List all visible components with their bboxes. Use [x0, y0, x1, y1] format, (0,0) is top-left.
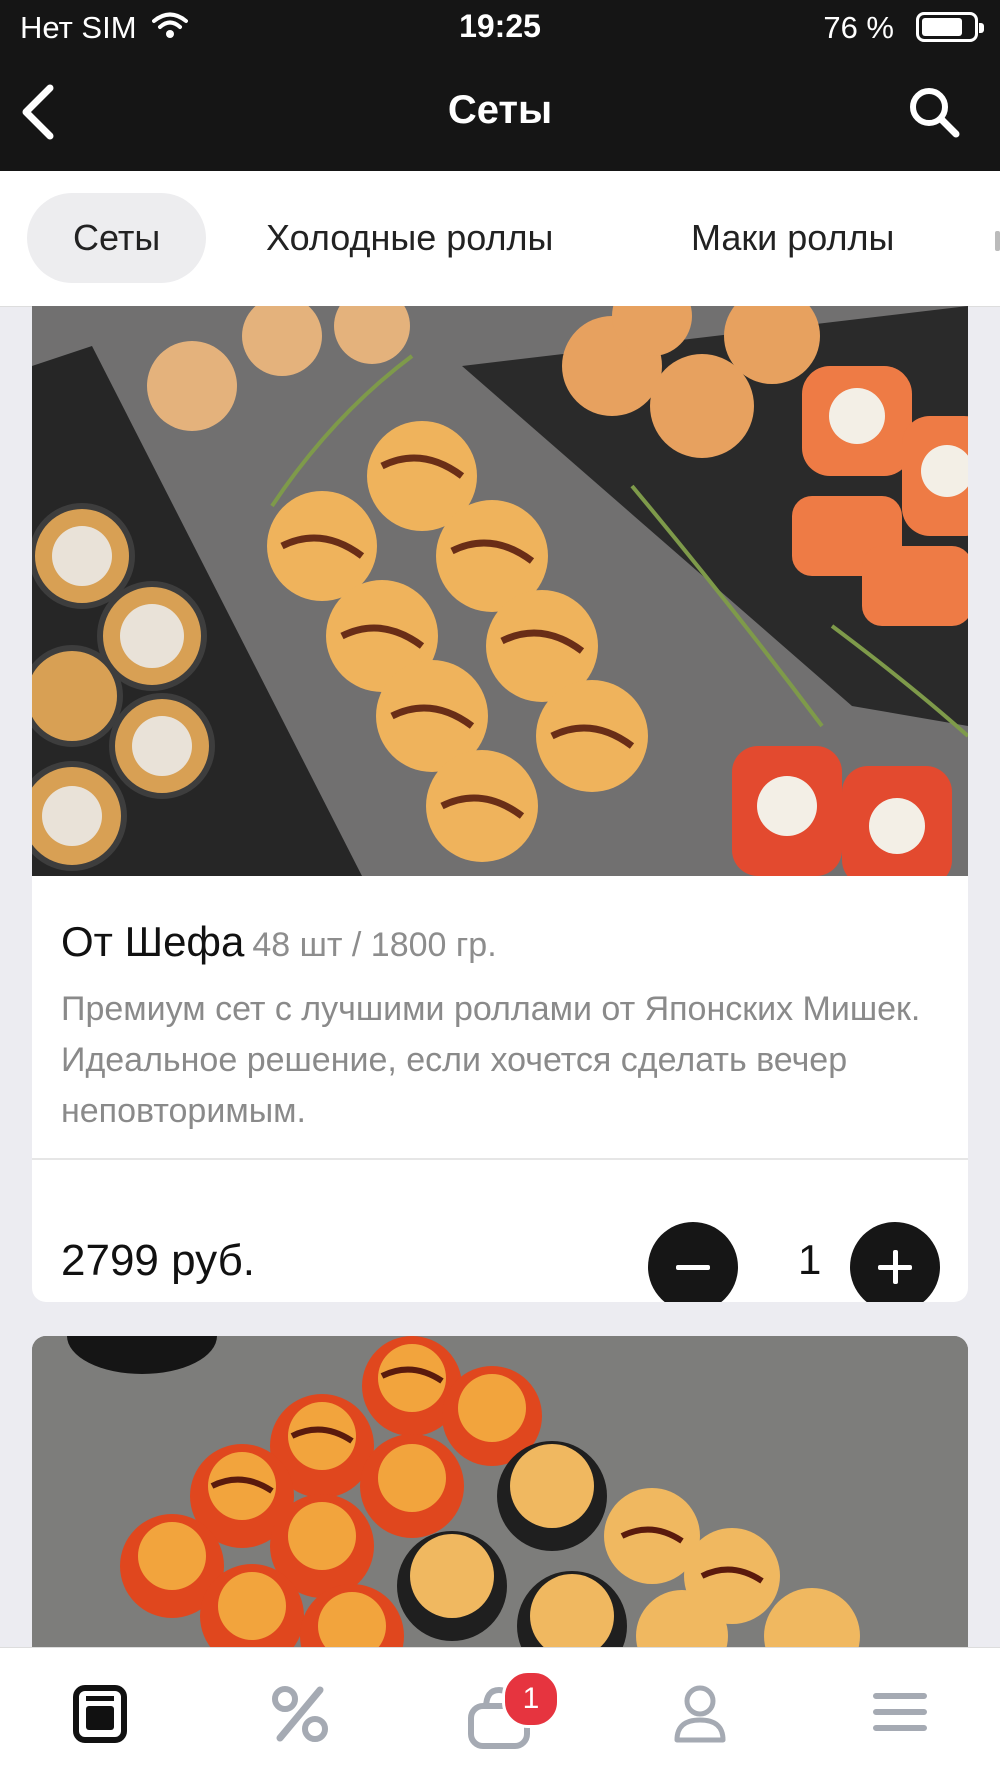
status-bar: Нет SIM 19:25 76 % — [0, 0, 1000, 56]
tabs-scroll-indicator — [995, 231, 1000, 251]
product-description: Премиум сет с лучшими роллами от Японски… — [61, 990, 921, 1130]
discount-icon[interactable] — [270, 1684, 330, 1749]
profile-icon[interactable] — [674, 1684, 726, 1749]
page-title: Сеты — [447, 88, 553, 132]
battery-icon — [916, 12, 984, 42]
category-tabs: Сеты Холодные роллы Маки роллы — [0, 171, 1000, 307]
search-icon[interactable] — [906, 84, 962, 145]
product-name: От Шефа — [61, 918, 245, 965]
increase-quantity-button[interactable] — [850, 1222, 940, 1302]
product-image — [32, 1336, 968, 1656]
product-card[interactable]: От Шефа 48 шт / 1800 гр. Премиум сет с лу… — [32, 306, 968, 1302]
battery-percent: 76 % — [823, 10, 894, 45]
product-price: 2799 руб. — [61, 1236, 256, 1285]
tab-sets[interactable]: Сеты — [27, 193, 207, 283]
more-icon[interactable] — [872, 1684, 928, 1745]
quantity-value: 1 — [798, 1236, 822, 1283]
bottom-navigation — [0, 1647, 1000, 1779]
product-card[interactable] — [32, 1336, 968, 1656]
product-meta: 48 шт / 1800 гр. — [252, 926, 497, 964]
cart-badge: 1 — [502, 1670, 560, 1728]
product-title-line: От Шефа 48 шт / 1800 гр. — [61, 918, 497, 966]
top-bar: Нет SIM 19:25 76 % Сеты — [0, 0, 1000, 171]
tab-maki-rolls[interactable]: Маки роллы — [691, 193, 894, 283]
menu-icon[interactable] — [72, 1684, 128, 1749]
minus-icon — [676, 1265, 710, 1270]
divider — [32, 1158, 968, 1160]
tab-cold-rolls[interactable]: Холодные роллы — [266, 193, 553, 283]
product-image — [32, 306, 968, 876]
decrease-quantity-button[interactable] — [648, 1222, 738, 1302]
